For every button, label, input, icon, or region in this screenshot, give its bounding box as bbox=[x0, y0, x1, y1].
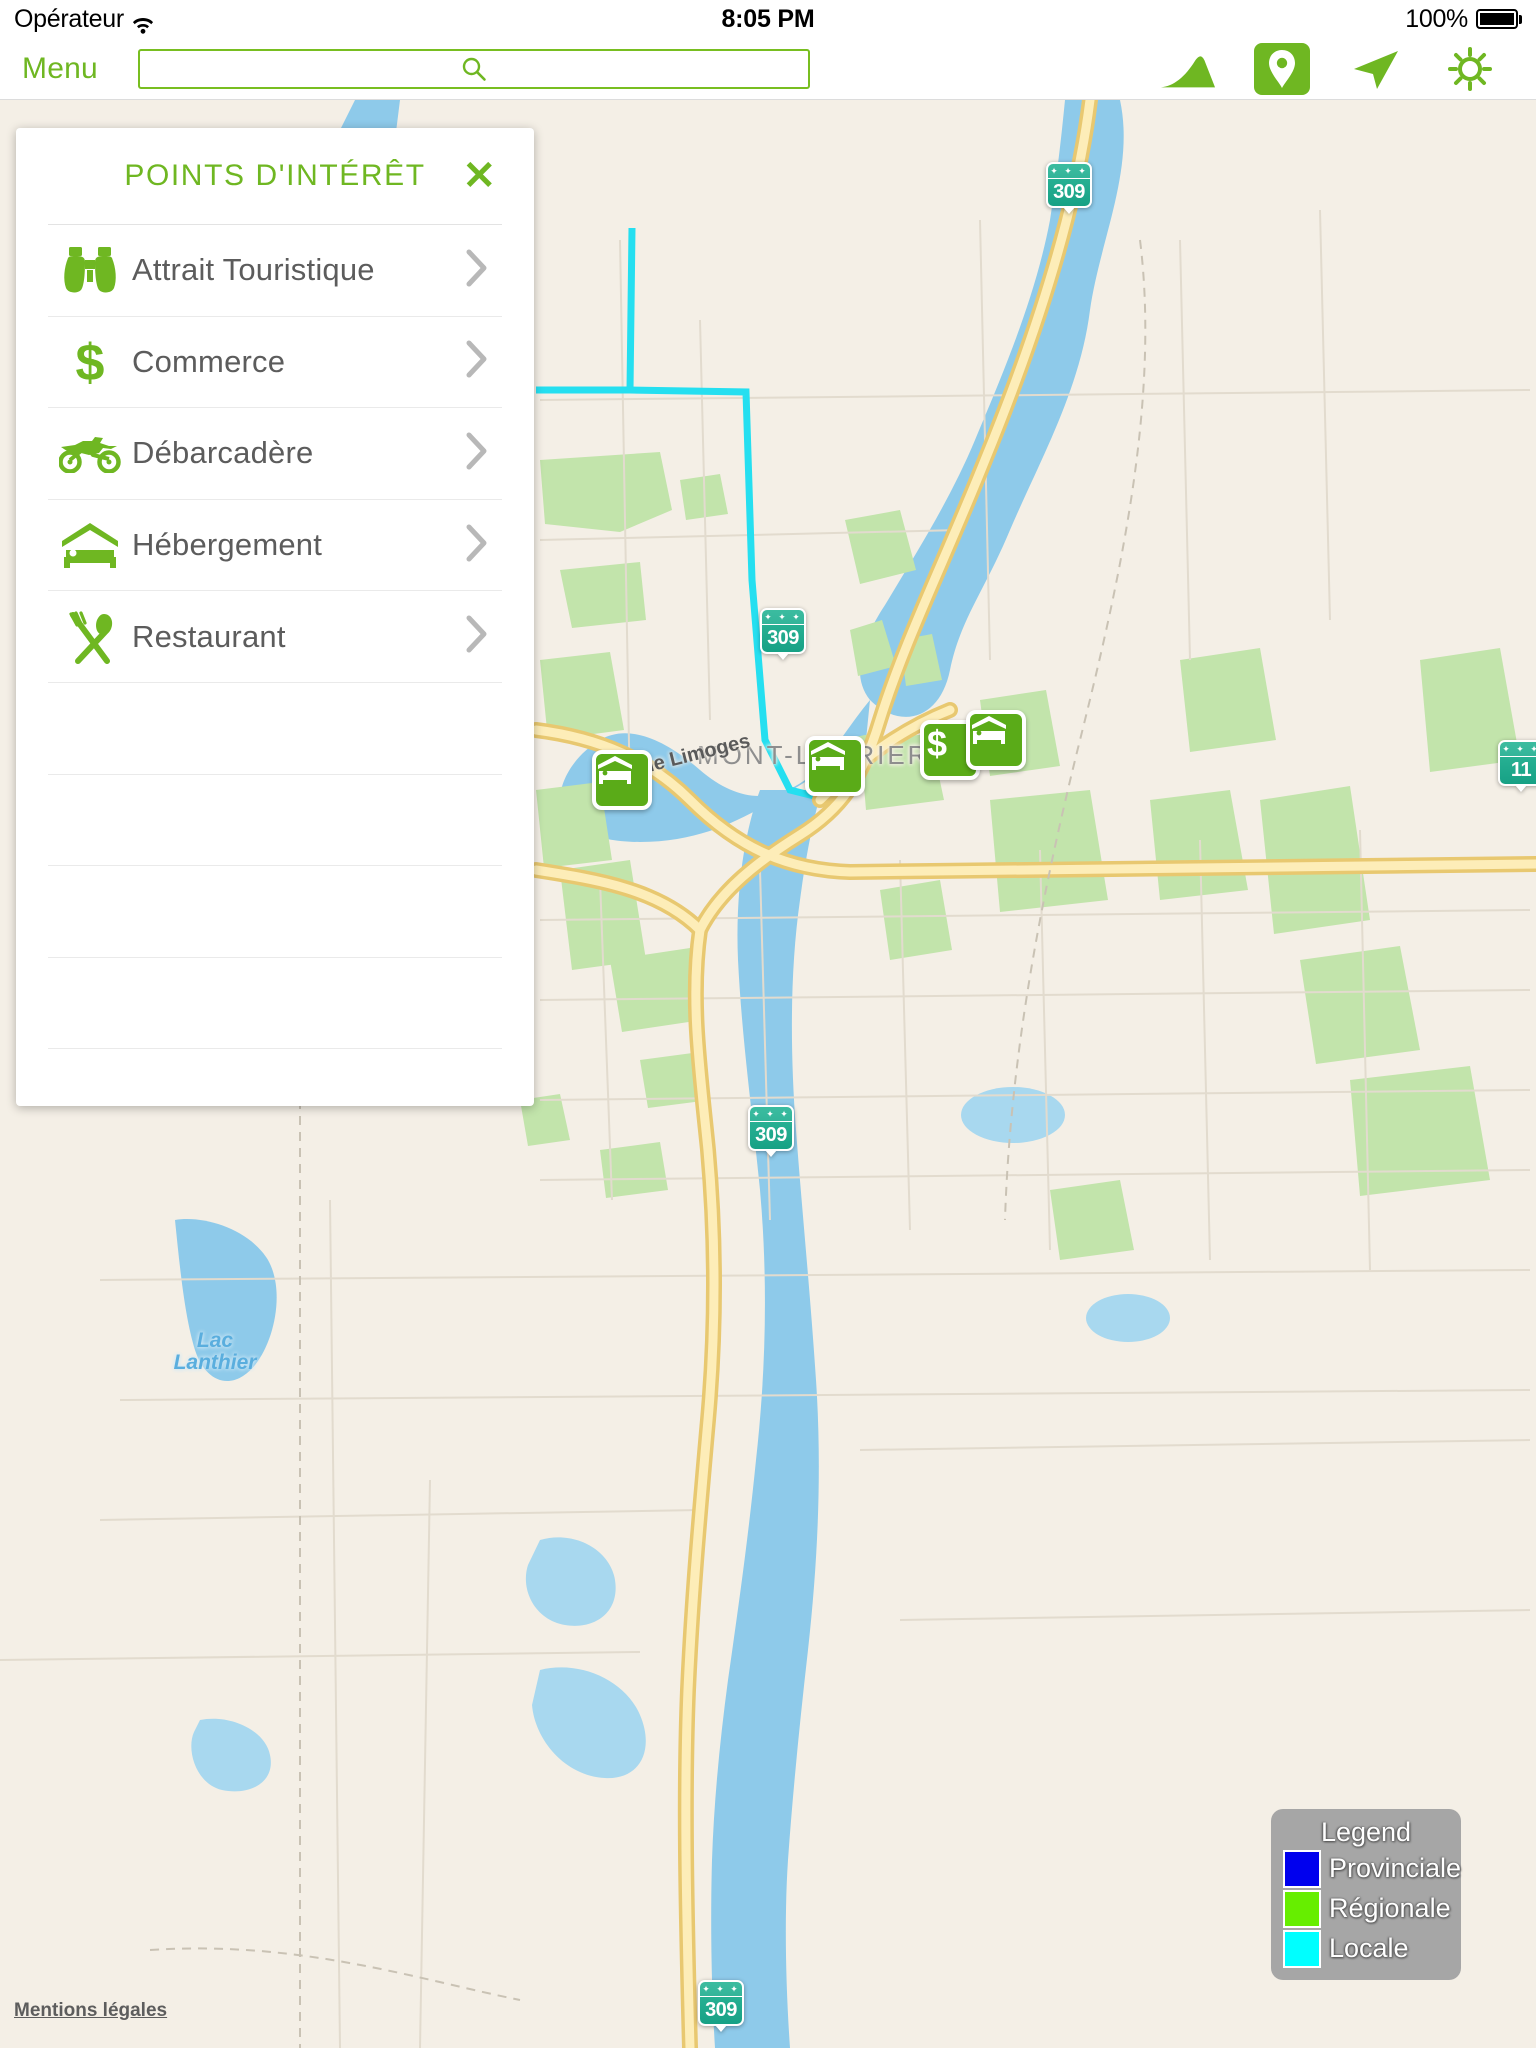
legend-label-provinciale: Provinciale bbox=[1329, 1853, 1462, 1884]
bed-lodging-icon bbox=[48, 521, 132, 569]
shield-number: 309 bbox=[755, 1124, 787, 1146]
ios-status-bar: Opérateur 8:05 PM 100% bbox=[0, 0, 1536, 38]
poi-empty-row bbox=[48, 866, 502, 958]
search-input[interactable] bbox=[139, 50, 808, 87]
map-marker-hebergement-east[interactable] bbox=[966, 710, 1026, 770]
battery-full-icon bbox=[1476, 9, 1522, 29]
app-toolbar: Menu bbox=[0, 38, 1536, 100]
poi-item-restaurant[interactable]: Restaurant bbox=[48, 591, 502, 683]
dollar-sign-icon: $ bbox=[927, 724, 947, 764]
shield-fleur-row: ✦ ✦ ✦ bbox=[762, 610, 804, 625]
svg-text:$: $ bbox=[76, 335, 105, 389]
shield-fleur-row: ✦ ✦ ✦ bbox=[700, 1982, 742, 1997]
poi-item-debarcadere[interactable]: Débarcadère bbox=[48, 408, 502, 500]
shield-tail bbox=[1515, 785, 1527, 792]
poi-item-commerce[interactable]: $ Commerce bbox=[48, 317, 502, 409]
poi-list: Attrait Touristique $ Commerce Débarcadè… bbox=[16, 225, 534, 1050]
route-shield-309-south[interactable]: ✦ ✦ ✦ 309 bbox=[748, 1105, 794, 1157]
legend-row-provinciale: Provinciale bbox=[1283, 1850, 1461, 1888]
lake-label-line1: Lac bbox=[196, 1329, 234, 1352]
bed-lodging-icon bbox=[811, 742, 845, 770]
chevron-right-icon bbox=[466, 340, 488, 383]
shield-number: 309 bbox=[1053, 181, 1085, 203]
legend-row-locale: Locale bbox=[1283, 1930, 1449, 1968]
shield-tail bbox=[777, 653, 789, 660]
points-of-interest-panel: POINTS D'INTÉRÊT ✕ Attrait Touristique $… bbox=[16, 128, 534, 1106]
navigation-arrow-icon[interactable] bbox=[1348, 45, 1404, 93]
map-lake-label: Lac Lanthier bbox=[155, 1329, 275, 1375]
route-shield-11-edge[interactable]: ✦ ✦ ✦ 11 bbox=[1498, 740, 1536, 792]
poi-item-label: Débarcadère bbox=[132, 435, 314, 471]
status-bar-clock: 8:05 PM bbox=[721, 4, 815, 33]
binoculars-icon bbox=[48, 246, 132, 294]
shield-fleur-row: ✦ ✦ ✦ bbox=[750, 1107, 792, 1122]
shield-fleur-row: ✦ ✦ ✦ bbox=[1500, 742, 1536, 757]
terrain-icon[interactable] bbox=[1160, 45, 1216, 93]
dollar-sign-icon: $ bbox=[48, 335, 132, 389]
chevron-right-icon bbox=[466, 249, 488, 292]
shield-tail bbox=[715, 2025, 727, 2032]
svg-text:$: $ bbox=[927, 724, 947, 764]
shield-number: 11 bbox=[1510, 759, 1532, 781]
toolbar-buttons bbox=[1160, 42, 1498, 95]
map-pin-icon[interactable] bbox=[1254, 42, 1310, 95]
legend-title: Legend bbox=[1320, 1816, 1412, 1847]
status-bar-right: 100% bbox=[1405, 5, 1522, 34]
poi-item-label: Restaurant bbox=[132, 618, 286, 654]
chevron-right-icon bbox=[466, 432, 488, 475]
battery-percent-label: 100% bbox=[1405, 4, 1468, 33]
poi-item-attrait-touristique[interactable]: Attrait Touristique bbox=[48, 225, 502, 317]
poi-item-hebergement[interactable]: Hébergement bbox=[48, 500, 502, 592]
route-shield-309-bottom[interactable]: ✦ ✦ ✦ 309 bbox=[698, 1980, 744, 2032]
shield-number: 309 bbox=[705, 1999, 737, 2021]
poi-panel-title: POINTS D'INTÉRÊT bbox=[124, 159, 426, 192]
legal-notice-link[interactable]: Mentions légales bbox=[14, 2000, 167, 2022]
legend-row-regionale: Régionale bbox=[1283, 1890, 1451, 1928]
map-marker-hebergement-west[interactable] bbox=[592, 750, 652, 810]
chevron-right-icon bbox=[466, 524, 488, 567]
shield-tail bbox=[765, 1150, 777, 1157]
menu-button[interactable]: Menu bbox=[22, 52, 98, 86]
shield-tail bbox=[1063, 207, 1075, 214]
map-marker-hebergement-center[interactable] bbox=[805, 736, 865, 796]
poi-item-label: Commerce bbox=[132, 343, 286, 379]
motorcycle-icon bbox=[48, 433, 132, 474]
shield-fleur-row: ✦ ✦ ✦ bbox=[1048, 164, 1090, 179]
lake-label-line2: Lanthier bbox=[173, 1351, 257, 1375]
poi-item-label: Attrait Touristique bbox=[132, 252, 375, 288]
shield-number: 309 bbox=[767, 627, 799, 649]
poi-empty-row bbox=[48, 775, 502, 867]
legend-swatch-locale bbox=[1283, 1930, 1321, 1968]
route-shield-309-center[interactable]: ✦ ✦ ✦ 309 bbox=[760, 608, 806, 660]
poi-empty-row bbox=[48, 958, 502, 1050]
app-root: MONT-LAURIER Lac Lanthier Rue Limoges ✦ … bbox=[0, 0, 1536, 2048]
poi-empty-row bbox=[48, 683, 502, 775]
legend-swatch-provinciale bbox=[1283, 1850, 1321, 1888]
gear-icon[interactable] bbox=[1442, 45, 1498, 93]
close-icon[interactable]: ✕ bbox=[462, 156, 496, 196]
route-shield-309-north[interactable]: ✦ ✦ ✦ 309 bbox=[1046, 162, 1092, 214]
legend-swatch-regionale bbox=[1283, 1890, 1321, 1928]
fork-spoon-icon bbox=[48, 609, 132, 665]
bed-lodging-icon bbox=[598, 756, 632, 784]
map-legend: Legend Provinciale Régionale Locale bbox=[1271, 1808, 1461, 1980]
legend-label-regionale: Régionale bbox=[1329, 1893, 1451, 1924]
bed-lodging-icon bbox=[972, 716, 1006, 744]
legend-label-locale: Locale bbox=[1329, 1933, 1409, 1964]
search-field-container[interactable] bbox=[137, 48, 810, 89]
poi-panel-header: POINTS D'INTÉRÊT ✕ bbox=[16, 128, 534, 224]
poi-item-label: Hébergement bbox=[132, 527, 323, 563]
chevron-right-icon bbox=[466, 615, 488, 658]
